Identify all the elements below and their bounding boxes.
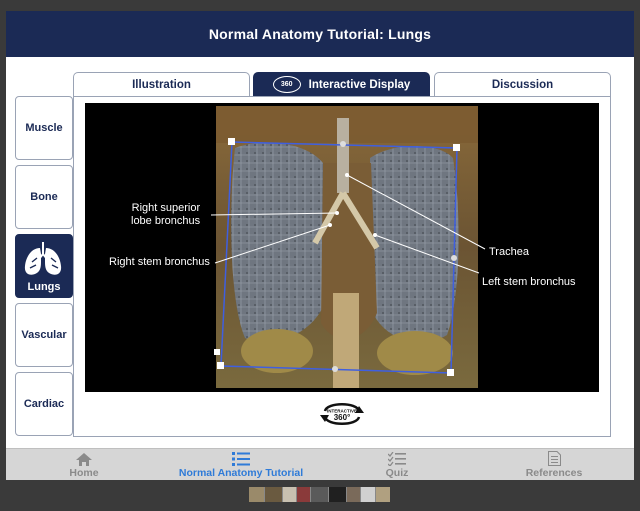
annotation-left-stem-bronchus: Left stem bronchus [482,276,576,288]
nav-normal-anatomy-tutorial[interactable]: Normal Anatomy Tutorial [171,449,311,480]
checklist-icon [388,452,406,466]
sidebar-item-cardiac[interactable]: Cardiac [15,372,73,436]
annotation-right-superior-lobe-bronchus: Right superior lobe bronchus [131,202,200,228]
tab-label: Discussion [491,78,554,91]
rotate-360-icon[interactable]: INTERACTIVE 360° [317,397,367,431]
thumbnail[interactable] [249,487,265,502]
nav-quiz[interactable]: Quiz [376,449,418,480]
sidebar-item-bone[interactable]: Bone [15,165,73,229]
annotation-trachea: Trachea [489,246,529,258]
app-window: Normal Anatomy Tutorial: Lungs Illustrat… [6,11,634,480]
page-title: Normal Anatomy Tutorial: Lungs [208,26,432,42]
sidebar-item-label: Bone [30,191,58,203]
sidebar-item-label: Vascular [21,329,67,341]
annotation-right-stem-bronchus: Right stem bronchus [109,256,210,268]
sidebar-item-muscle[interactable]: Muscle [15,96,73,160]
tab-bar: Illustration 360 Interactive Display Dis… [73,72,611,96]
tab-illustration[interactable]: Illustration [73,72,250,96]
list-icon [232,452,250,466]
tab-label: Interactive Display [308,78,411,91]
thumbnail[interactable] [297,487,311,502]
360-badge-icon: 360 [272,76,301,93]
thumbnail[interactable] [347,487,361,502]
sidebar-item-lungs[interactable]: Lungs [15,234,73,298]
nav-label: Quiz [385,467,409,479]
thumbnail[interactable] [376,487,390,502]
thumbnail[interactable] [265,487,283,502]
thumbnail[interactable] [361,487,376,502]
lungs-icon [24,241,62,275]
sidebar-item-label: Cardiac [23,398,65,410]
title-bar: Normal Anatomy Tutorial: Lungs [6,11,634,57]
sidebar-item-label: Lungs [27,280,61,293]
annotation-line: Right superior [131,202,201,214]
thumbnail[interactable] [311,487,329,502]
document-icon [547,451,561,466]
interactive-3d-viewer[interactable]: Right superior lobe bronchus Right stem … [85,103,599,392]
nav-label: References [525,467,583,479]
nav-home[interactable]: Home [54,449,114,480]
annotation-line: lobe bronchus [131,215,201,227]
tab-interactive-display[interactable]: 360 Interactive Display [253,72,430,96]
rotate-360-bottom-text: 360° [334,413,351,422]
thumbnail[interactable] [329,487,347,502]
tab-discussion[interactable]: Discussion [434,72,611,96]
sidebar-item-label: Muscle [25,122,63,134]
nav-references[interactable]: References [519,449,589,480]
bottom-nav: Home Normal Anatomy Tutorial Quiz Refere… [6,448,634,480]
home-icon [76,453,92,466]
thumbnail-strip[interactable] [249,487,390,502]
nav-label: Home [69,467,99,479]
nav-label: Normal Anatomy Tutorial [178,467,304,479]
sidebar-item-vascular[interactable]: Vascular [15,303,73,367]
thumbnail[interactable] [283,487,297,502]
tab-label: Illustration [132,78,191,91]
